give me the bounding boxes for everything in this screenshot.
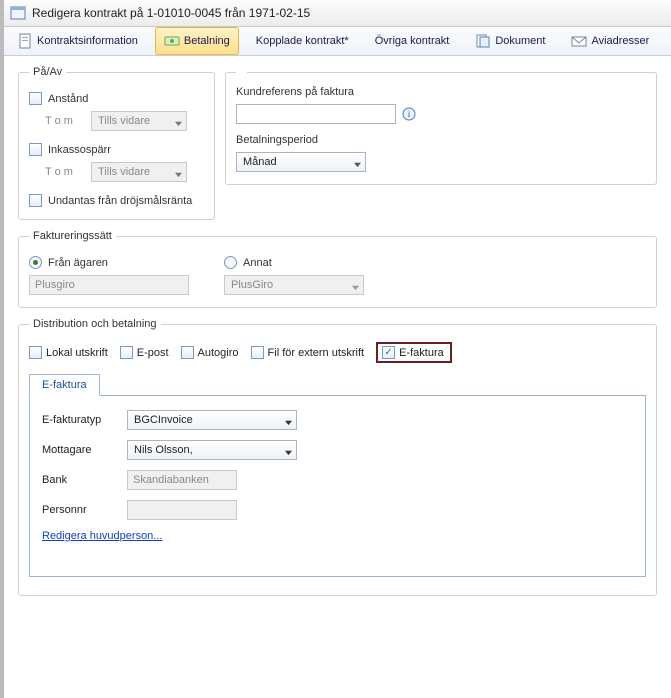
radio-fran-agaren[interactable] [29, 256, 42, 269]
input-bank: Skandiabanken [127, 470, 237, 490]
checkbox-lokal-utskrift[interactable] [29, 346, 42, 359]
input-kundreferens[interactable] [236, 104, 396, 124]
combo-value: Nils Olsson, [134, 444, 193, 456]
label-annat: Annat [243, 257, 272, 269]
label-efakturatyp: E-fakturatyp [42, 414, 117, 426]
tab-kontraktsinformation[interactable]: Kontraktsinformation [8, 27, 147, 55]
chevron-down-icon [354, 159, 361, 166]
label-undantas: Undantas från dröjsmålsränta [48, 195, 192, 207]
tab-ovriga-kontrakt[interactable]: Övriga kontrakt [366, 27, 459, 55]
fieldset-paav: På/Av Anstånd T o m Tills vidare [18, 66, 215, 220]
titlebar: Redigera kontrakt på 1-01010-0045 från 1… [4, 0, 671, 27]
window: Redigera kontrakt på 1-01010-0045 från 1… [0, 0, 671, 698]
combo-value: Månad [243, 156, 277, 168]
chevron-down-icon [175, 169, 182, 176]
combo-value: PlusGiro [231, 279, 273, 291]
tab-label: E-faktura [42, 379, 87, 391]
chevron-down-icon [175, 118, 182, 125]
checkbox-undantas[interactable] [29, 194, 42, 207]
highlight-efaktura: ✓ E-faktura [376, 342, 452, 363]
tabpage-efaktura: E-fakturatyp BGCInvoice Mottagare Nils O… [29, 396, 646, 577]
tab-betalning[interactable]: Betalning [155, 27, 239, 55]
combo-efakturatyp[interactable]: BGCInvoice [127, 410, 297, 430]
tab-aviadresser[interactable]: Aviadresser [562, 27, 658, 55]
paav-row: På/Av Anstånd T o m Tills vidare [18, 66, 657, 230]
combo-mottagare[interactable]: Nils Olsson, [127, 440, 297, 460]
label-betalningsperiod: Betalningsperiod [236, 134, 646, 146]
toolbar-label: Övriga kontrakt [375, 35, 450, 47]
tab-koddelsvarden[interactable]: Koddelsvärden [666, 27, 671, 55]
combo-value: BGCInvoice [134, 414, 193, 426]
checkbox-epost[interactable] [120, 346, 133, 359]
fieldset-fakturering: Faktureringssätt Från ägaren Plusgiro An… [18, 230, 657, 308]
label-inkassosparr: Inkassospärr [48, 144, 111, 156]
toolbar-label: Dokument [495, 35, 545, 47]
label-kundreferens: Kundreferens på faktura [236, 86, 646, 98]
window-title: Redigera kontrakt på 1-01010-0045 från 1… [32, 6, 310, 20]
toolbar-label: Aviadresser [591, 35, 649, 47]
paav-legend: På/Av [29, 66, 66, 78]
app-icon [10, 5, 26, 21]
label-autogiro: Autogiro [198, 347, 239, 359]
combo-anstand-tom[interactable]: Tills vidare [91, 111, 187, 131]
combo-inkasso-tom[interactable]: Tills vidare [91, 162, 187, 182]
document-icon [17, 33, 33, 49]
label-fil-extern: Fil för extern utskrift [268, 347, 365, 359]
distribution-legend: Distribution och betalning [29, 318, 161, 330]
label-efaktura: E-faktura [399, 347, 444, 359]
link-redigera-huvudperson[interactable]: Redigera huvudperson... [42, 530, 162, 542]
combo-fakturering-right: PlusGiro [224, 275, 364, 295]
combo-value: Tills vidare [98, 115, 150, 127]
checkbox-autogiro[interactable] [181, 346, 194, 359]
label-personnr: Personnr [42, 504, 117, 516]
combo-betalningsperiod[interactable]: Månad [236, 152, 366, 172]
chevron-down-icon [352, 282, 359, 289]
input-fakturering-left: Plusgiro [29, 275, 189, 295]
toolbar-label: Kopplade kontrakt* [256, 35, 349, 47]
label-bank: Bank [42, 474, 117, 486]
info-icon[interactable]: i [402, 107, 416, 121]
radio-annat[interactable] [224, 256, 237, 269]
label-lokal: Lokal utskrift [46, 347, 108, 359]
toolbar-label: Betalning [184, 35, 230, 47]
label-anstand: Anstånd [48, 93, 88, 105]
toolbar-label: Kontraktsinformation [37, 35, 138, 47]
content: På/Av Anstånd T o m Tills vidare [4, 56, 671, 616]
checkbox-fil-extern[interactable] [251, 346, 264, 359]
chevron-down-icon [285, 417, 292, 424]
label-mottagare: Mottagare [42, 444, 117, 456]
tab-efaktura[interactable]: E-faktura [29, 374, 100, 396]
distribution-check-row: Lokal utskrift E-post Autogiro Fil för e… [29, 342, 646, 363]
label-tom-2: T o m [45, 166, 85, 178]
money-icon [164, 33, 180, 49]
tab-dokument[interactable]: Dokument [466, 27, 554, 55]
fieldset-kundreferens: . Kundreferens på faktura i Betalningspe… [225, 66, 657, 185]
input-personnr [127, 500, 237, 520]
checkbox-inkassosparr[interactable] [29, 143, 42, 156]
label-tom-1: T o m [45, 115, 85, 127]
folder-icon [475, 33, 491, 49]
fieldset-distribution: Distribution och betalning Lokal utskrif… [18, 318, 657, 596]
label-fran-agaren: Från ägaren [48, 257, 108, 269]
toolbar: Kontraktsinformation Betalning Kopplade … [4, 27, 671, 56]
checkbox-anstand[interactable] [29, 92, 42, 105]
checkbox-efaktura[interactable]: ✓ [382, 346, 395, 359]
label-epost: E-post [137, 347, 169, 359]
combo-value: Tills vidare [98, 166, 150, 178]
mail-icon [571, 33, 587, 49]
fakturering-legend: Faktureringssätt [29, 230, 116, 242]
tabstrip-efaktura: E-faktura [29, 373, 646, 396]
chevron-down-icon [285, 447, 292, 454]
tab-kopplade-kontrakt[interactable]: Kopplade kontrakt* [247, 27, 358, 55]
